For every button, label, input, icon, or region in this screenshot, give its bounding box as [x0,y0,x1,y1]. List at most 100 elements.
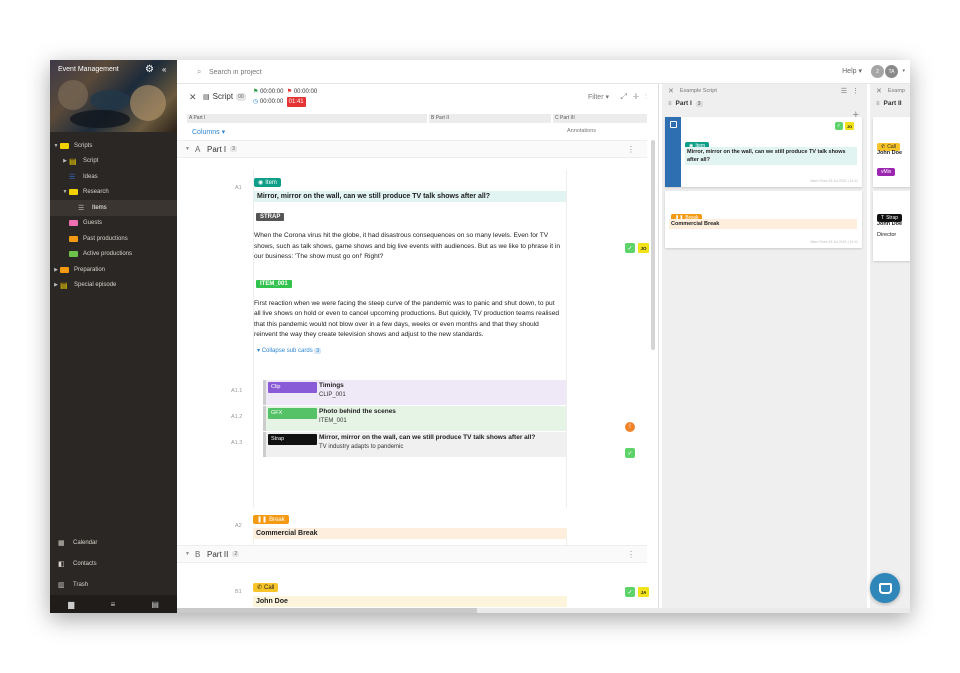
overtime-timer: 01:41 [286,97,306,107]
sidebar-item-special-episode[interactable]: ▶ ▤ Special episode [50,278,177,294]
more-icon[interactable]: ⋮ [645,92,653,101]
folder-icon [69,251,78,258]
close-icon[interactable]: ✕ [668,87,674,95]
part-strip-a[interactable]: A Part I [187,114,427,123]
sidebar-item-guests[interactable]: Guests [50,216,177,232]
sidebar-item-items[interactable]: ☰ Items [50,200,177,216]
settings-sliders-icon[interactable]: ☰ [841,87,847,95]
contacts-icon: ◧ [58,560,65,568]
more-icon[interactable]: ⋮ [852,87,859,95]
sidebar-item-past-productions[interactable]: Past productions [50,231,177,247]
calendar-icon: ▦ [58,539,65,547]
list-icon: ☰ [69,173,76,181]
thumb-up-icon[interactable]: ✓ [625,243,635,253]
sidebar-item-label: Special episode [74,282,117,289]
card-paragraph-1[interactable]: When the Corona virus hit the globe, it … [254,231,566,263]
card-paragraph-2[interactable]: First reaction when we were facing the s… [254,299,566,341]
sub-card-title: Timings [319,382,344,389]
chevron-down-icon[interactable]: ▼ [185,551,195,557]
strap-tag: STRAP [256,213,285,221]
card-title[interactable]: Mirror, mirror on the wall, can we still… [254,191,566,202]
more-icon[interactable]: ⋮ [627,550,635,559]
part-strip-b[interactable]: B Part II [429,114,551,123]
sidebar-item-label: Ideas [83,173,98,180]
thumb-up-icon[interactable]: ✓ [625,587,635,597]
chevron-down-icon[interactable]: ▼ [185,146,195,152]
close-icon[interactable]: ✕ [876,87,882,95]
thumb-up-icon[interactable]: ✓ [625,448,635,458]
sub-card-clip[interactable]: Clip Timings CLIP_001 [263,380,566,405]
sidebar-item-calendar[interactable]: ▦ Calendar [50,532,177,553]
expand-icon[interactable]: ⤢ [621,92,633,101]
chat-launcher-button[interactable] [870,573,900,603]
sidebar-item-research[interactable]: ▼ Research [50,185,177,201]
example-card-1[interactable]: ◉ Item Mirror, mirror on the wall, can w… [665,117,862,187]
card-number: B1 [235,589,242,595]
crosshair-icon[interactable]: ✛ [633,92,645,101]
item-tag: ◉ Item [254,178,281,187]
collapse-sub-cards[interactable]: ▾ Collapse sub cards 3 [254,347,566,354]
add-list-icon[interactable]: ≡ [110,600,115,609]
sidebar: Event Management ⚙ « ▼ Scripts ▶ ▤ Script ☰ Id… [50,60,177,613]
card-title[interactable]: John Doe [253,596,567,607]
sub-card-title: Photo behind the scenes [319,408,396,415]
user-avatar[interactable]: TA [885,65,898,78]
sidebar-item-trash[interactable]: ▥ Trash [50,574,177,595]
scrollbar-thumb[interactable] [177,608,477,613]
chevron-down-icon[interactable]: ▾ [902,68,905,74]
part-count: 2 [232,551,240,557]
example2-card-2[interactable]: T Strap John Doe Director [873,191,910,261]
more-icon[interactable]: ⋮ [627,145,635,154]
sidebar-item-scripts[interactable]: ▼ Scripts [50,138,177,154]
add-folder-icon[interactable]: ▆ [68,600,74,609]
warning-icon[interactable]: ! [625,422,635,432]
script-header: ✕ ▤ Script 00 ⚑ 00:00:00 ⚑ 00:00:00 ◷ 00… [177,84,659,112]
annotation-initials[interactable]: JO [638,243,649,253]
sub-card-strap[interactable]: Strap Mirror, mirror on the wall, can we … [263,432,566,457]
search-input[interactable] [209,66,389,78]
folder-icon [60,266,69,273]
thumb-up-icon[interactable]: ✓ [835,122,843,130]
list-icon: ☰ [78,204,85,212]
help-menu[interactable]: Help ▾ [842,67,862,75]
sidebar-item-active-productions[interactable]: Active productions [50,247,177,263]
close-icon[interactable]: ✕ [189,92,197,103]
chevron-right-icon[interactable]: ▶ [52,282,60,288]
collapse-sidebar-icon[interactable]: « [162,65,166,74]
sidebar-item-contacts[interactable]: ◧ Contacts [50,553,177,574]
timers: ⚑ 00:00:00 ⚑ 00:00:00 ◷ 00:00:00 01:41 [253,89,318,107]
chevron-right-icon[interactable]: ▶ [52,267,60,273]
filter-menu[interactable]: Filter ▾ [588,93,609,101]
sub-card-gfx[interactable]: GFX Photo behind the scenes ITEM_001 [263,406,566,431]
script-count: 00 [236,92,246,101]
checkbox[interactable] [670,121,677,128]
annotation-initials[interactable]: JO [845,122,854,130]
add-script-icon[interactable]: ▤ [151,600,159,609]
example-card-title: Mirror, mirror on the wall, can we still… [685,147,857,165]
card-a1[interactable]: ◉ Item Mirror, mirror on the wall, can we… [253,170,567,562]
sub-card-subtitle: TV industry adapts to pandemic [319,444,404,450]
vertical-scrollbar[interactable] [651,140,655,350]
part-row-b[interactable]: ▼ B Part II 2 ⋮ [177,545,647,563]
card-number: A1.3 [231,440,243,446]
chevron-down-icon[interactable]: ▼ [61,189,69,195]
annotation-initials[interactable]: JA [638,587,649,597]
folder-icon [69,220,78,227]
columns-button[interactable]: Columns ▾ [192,128,225,136]
sidebar-item-script[interactable]: ▶ ▤ Script [50,154,177,170]
sidebar-item-preparation[interactable]: ▶ Preparation [50,262,177,278]
example-card-2[interactable]: ❚❚ Break Commercial Break Mare Roes 25 J… [665,191,862,248]
chevron-down-icon[interactable]: ▼ [52,143,60,149]
user-count-avatar[interactable]: 2 [871,65,884,78]
sidebar-item-ideas[interactable]: ☰ Ideas [50,169,177,185]
chevron-right-icon[interactable]: ▶ [61,158,69,164]
strap-tag: Strap [268,434,317,445]
gear-icon[interactable]: ⚙ [145,64,154,75]
clip-tag: Clip [268,382,317,393]
part-row-a[interactable]: ▼ A Part I 3 ⋮ [177,140,647,158]
card-title[interactable]: Commercial Break [253,528,567,539]
part-strip-c[interactable]: C Part III [553,114,647,123]
card-a2[interactable]: ❚❚ Break Commercial Break [253,508,567,539]
example2-card-1[interactable]: ✆ Call John Doe vMix [873,117,910,187]
horizontal-scrollbar[interactable] [177,608,910,613]
